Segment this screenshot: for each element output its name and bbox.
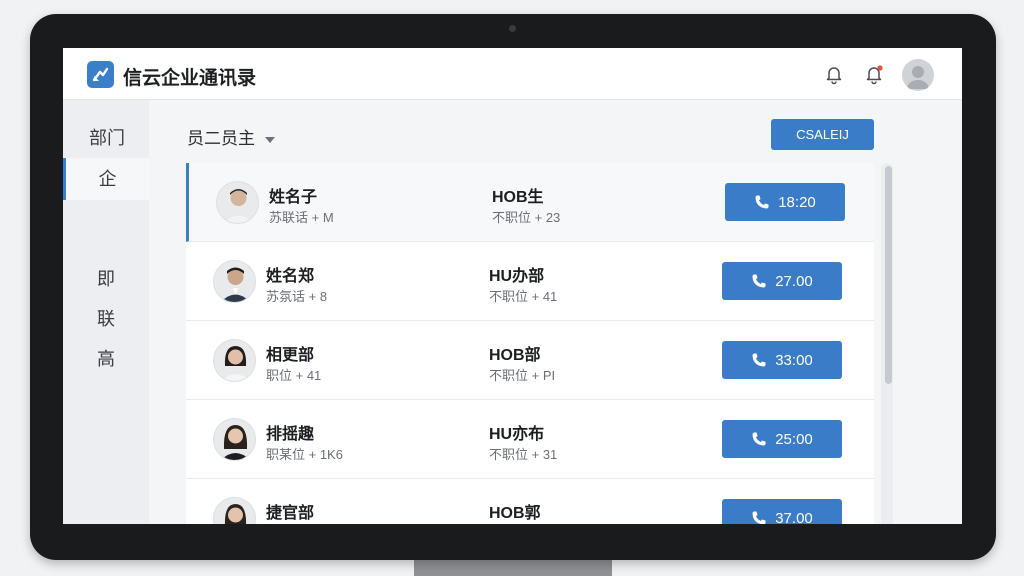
phone-icon: [752, 353, 766, 367]
contact-position: 不职位 + 31: [489, 447, 558, 462]
phone-icon: [752, 274, 766, 288]
sidebar-heading: 部门: [89, 128, 125, 148]
main-content: 员二员主 CSALEIJ 姓名子 苏联话 + M HOB生 不职位 + 23 1…: [149, 100, 962, 524]
call-button[interactable]: 37.00: [722, 499, 842, 524]
contact-phone: 苏联话 + M: [269, 210, 334, 225]
contact-position: 不职位 + PI: [489, 368, 556, 383]
contact-department: HU亦布: [489, 426, 545, 443]
contact-list: 姓名子 苏联话 + M HOB生 不职位 + 23 18:20 姓名郑 苏氛话 …: [186, 163, 874, 524]
chevron-down-icon: [265, 136, 275, 143]
avatar: [213, 497, 256, 524]
sidebar-item-3[interactable]: 联: [63, 298, 149, 340]
call-button[interactable]: 33:00: [722, 341, 842, 379]
webcam: [509, 25, 516, 32]
sidebar-item-2[interactable]: 即: [63, 258, 149, 300]
contact-phone: 苏氛话 + 8: [266, 289, 328, 304]
call-time: 37.00: [775, 509, 813, 525]
bell-outline-icon[interactable]: [823, 63, 845, 85]
avatar: [213, 260, 256, 303]
sidebar-item-1[interactable]: 企: [63, 158, 149, 200]
phone-icon: [752, 432, 766, 446]
call-time: 33:00: [775, 351, 813, 369]
call-button[interactable]: 25:00: [722, 420, 842, 458]
call-button[interactable]: 27.00: [722, 262, 842, 300]
contact-position: 不职位 + 41: [489, 289, 558, 304]
contact-phone: 职位 + 41: [266, 368, 322, 383]
employee-filter-dropdown[interactable]: 员二员主: [187, 124, 275, 149]
contact-phone: 职某位 + 1K6: [266, 447, 343, 462]
contact-name: 捷官部: [266, 505, 315, 522]
phone-icon: [755, 195, 769, 209]
app-window: 信云企业通讯录 部门 企 即 联 高 员二员主 CSALEIJ 姓名子 苏联话 …: [63, 48, 962, 524]
sidebar-item-label: 联: [97, 309, 115, 329]
contact-name: 相更部: [266, 347, 315, 364]
scrollbar-thumb[interactable]: [885, 166, 892, 384]
action-button[interactable]: CSALEIJ: [771, 119, 874, 150]
contact-name: 排摇趣: [266, 426, 315, 443]
phone-icon: [752, 511, 766, 524]
contact-name: 姓名子: [269, 189, 318, 206]
app-header: 信云企业通讯录: [63, 48, 962, 100]
contact-row[interactable]: 姓名子 苏联话 + M HOB生 不职位 + 23 18:20: [186, 163, 874, 242]
user-avatar[interactable]: [902, 59, 934, 91]
sidebar: 部门 企 即 联 高: [63, 100, 149, 524]
bell-notification-icon[interactable]: [863, 63, 885, 85]
contact-department: HU办部: [489, 268, 545, 285]
contact-department: HOB部: [489, 347, 541, 364]
app-title: 信云企业通讯录: [123, 68, 257, 89]
call-button[interactable]: 18:20: [725, 183, 845, 221]
contact-row[interactable]: 姓名郑 苏氛话 + 8 HU办部 不职位 + 41 27.00: [186, 242, 874, 321]
contact-department: HOB生: [492, 189, 544, 206]
contact-row[interactable]: 排摇趣 职某位 + 1K6 HU亦布 不职位 + 31 25:00: [186, 400, 874, 479]
sidebar-item-label: 高: [97, 349, 115, 369]
contact-row[interactable]: 捷官部 HOB郭 37.00: [186, 479, 874, 524]
call-time: 25:00: [775, 430, 813, 448]
sidebar-item-label: 企: [98, 169, 117, 189]
sidebar-item-label: 即: [97, 269, 115, 289]
contact-row[interactable]: 相更部 职位 + 41 HOB部 不职位 + PI 33:00: [186, 321, 874, 400]
call-time: 18:20: [778, 193, 816, 211]
call-time: 27.00: [775, 272, 813, 290]
avatar: [216, 181, 259, 224]
contact-position: 不职位 + 23: [492, 210, 561, 225]
avatar: [213, 339, 256, 382]
avatar: [213, 418, 256, 461]
contact-name: 姓名郑: [266, 268, 315, 285]
sidebar-item-4[interactable]: 高: [63, 338, 149, 380]
filter-label: 员二员主: [187, 129, 255, 148]
contact-department: HOB郭: [489, 505, 541, 522]
logo-icon: [87, 61, 114, 88]
